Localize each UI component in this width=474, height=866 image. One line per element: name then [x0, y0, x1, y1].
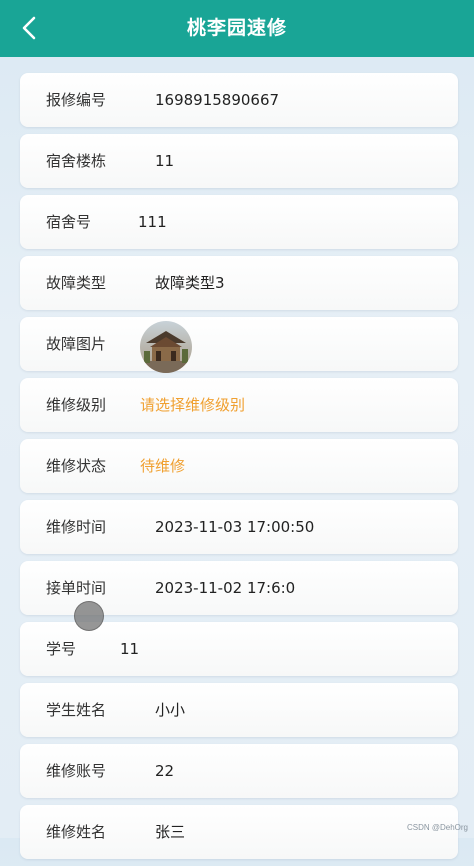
- repair-status-select[interactable]: 待维修: [140, 439, 185, 493]
- page-title: 桃李园速修: [186, 17, 287, 39]
- field-label: 宿舍号: [46, 213, 92, 231]
- field-row-fault-image: 故障图片: [20, 317, 458, 373]
- detail-list: 报修编号 1698915890667 宿舍楼栋 11 宿舍号 111 故障类型 …: [20, 73, 458, 866]
- app-header: 桃李园速修: [0, 0, 474, 57]
- field-label: 故障图片: [46, 335, 107, 353]
- field-row-repair-status[interactable]: 维修状态 待维修: [20, 439, 458, 493]
- field-label: 学生姓名: [46, 701, 107, 719]
- field-value: 11: [155, 152, 175, 170]
- field-row-room: 宿舍号 111: [20, 195, 458, 249]
- field-label: 宿舍楼栋: [46, 152, 107, 170]
- field-row-repairer-name: 维修姓名 张三: [20, 805, 458, 859]
- field-label: 维修时间: [46, 518, 107, 536]
- field-value: 111: [138, 213, 167, 231]
- field-value: 张三: [155, 823, 186, 841]
- field-row-building: 宿舍楼栋 11: [20, 134, 458, 188]
- field-row-repair-number: 报修编号 1698915890667: [20, 73, 458, 127]
- field-label: 维修账号: [46, 762, 107, 780]
- field-label: 维修状态: [46, 457, 107, 475]
- touch-indicator: [74, 601, 104, 631]
- field-row-repair-level[interactable]: 维修级别 请选择维修级别: [20, 378, 458, 432]
- fault-image-thumbnail[interactable]: [140, 321, 192, 373]
- field-value: 1698915890667: [155, 91, 280, 109]
- field-row-fault-type: 故障类型 故障类型3: [20, 256, 458, 310]
- field-label: 维修级别: [46, 396, 107, 414]
- field-label: 故障类型: [46, 274, 107, 292]
- field-value: 故障类型3: [155, 274, 225, 292]
- field-row-repair-time: 维修时间 2023-11-03 17:00:50: [20, 500, 458, 554]
- field-row-repairer-account: 维修账号 22: [20, 744, 458, 798]
- repair-level-select[interactable]: 请选择维修级别: [140, 378, 245, 432]
- field-label: 学号: [46, 640, 77, 658]
- field-label: 维修姓名: [46, 823, 107, 841]
- field-value: 2023-11-02 17:6:0: [155, 579, 296, 597]
- field-label: 报修编号: [46, 91, 107, 109]
- field-row-student-name: 学生姓名 小小: [20, 683, 458, 737]
- field-value: 小小: [155, 701, 186, 719]
- watermark: CSDN @DehOrg: [406, 823, 468, 832]
- field-value: 2023-11-03 17:00:50: [155, 518, 315, 536]
- field-value: 11: [120, 640, 140, 658]
- field-value: 22: [155, 762, 175, 780]
